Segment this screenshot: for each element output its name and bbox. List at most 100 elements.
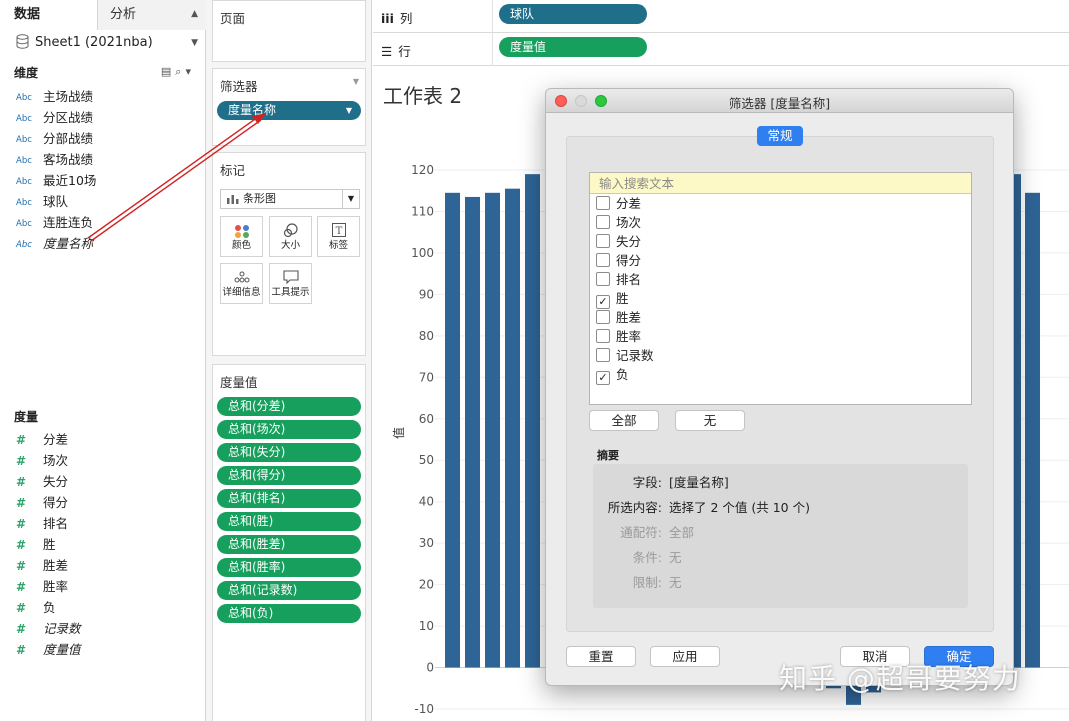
- columns-pill-team[interactable]: 球队: [499, 4, 647, 24]
- measure-item[interactable]: # 负: [16, 597, 56, 618]
- measure-item[interactable]: # 排名: [16, 513, 68, 534]
- number-type-icon: #: [16, 475, 27, 489]
- measure-item[interactable]: # 胜: [16, 534, 56, 555]
- measure-item[interactable]: # 胜差: [16, 555, 68, 576]
- mark-type-dropdown[interactable]: 条形图 ▼: [220, 189, 360, 209]
- measure-value-pill[interactable]: 总和(排名): [217, 489, 361, 508]
- tab-data[interactable]: 数据: [0, 0, 98, 30]
- measure-value-pill[interactable]: 总和(场次): [217, 420, 361, 439]
- size-button[interactable]: 大小: [269, 216, 312, 257]
- measure-item[interactable]: # 分差: [16, 429, 68, 450]
- measure-item[interactable]: # 失分: [16, 471, 68, 492]
- columns-shelf[interactable]: iii 列 球队: [373, 0, 1069, 33]
- summary-condition-key: 条件:: [632, 550, 662, 565]
- color-button[interactable]: 颜色: [220, 216, 263, 257]
- dialog-titlebar[interactable]: 筛选器 [度量名称]: [546, 89, 1013, 113]
- select-all-button[interactable]: 全部: [589, 410, 659, 431]
- measure-value-pill[interactable]: 总和(记录数): [217, 581, 361, 600]
- filter-option[interactable]: 记录数: [596, 346, 654, 365]
- measure-label: 胜率: [43, 579, 69, 594]
- measure-item[interactable]: # 场次: [16, 450, 68, 471]
- string-type-icon: Abc: [16, 114, 32, 124]
- search-icon[interactable]: ⌕: [175, 65, 185, 78]
- dimension-item[interactable]: Abc 最近10场: [16, 170, 96, 191]
- measure-value-pill[interactable]: 总和(负): [217, 604, 361, 623]
- checkbox[interactable]: [596, 329, 610, 343]
- measure-item[interactable]: # 度量值: [16, 639, 81, 660]
- measure-value-pill[interactable]: 总和(胜): [217, 512, 361, 531]
- dimension-item[interactable]: Abc 主场战绩: [16, 86, 93, 107]
- label-button[interactable]: T 标签: [317, 216, 360, 257]
- string-type-icon: Abc: [16, 156, 32, 166]
- bar[interactable]: [485, 192, 500, 668]
- dimension-item[interactable]: Abc 球队: [16, 191, 68, 212]
- bar[interactable]: [445, 192, 460, 668]
- checkbox[interactable]: ✓: [596, 371, 610, 385]
- database-icon: [16, 34, 29, 49]
- filter-option[interactable]: 场次: [596, 213, 641, 232]
- summary-selection-value: 选择了 2 个值 (共 10 个): [669, 500, 810, 515]
- filter-option[interactable]: ✓ 负: [596, 365, 629, 385]
- bar[interactable]: [525, 174, 540, 668]
- measure-value-pill[interactable]: 总和(胜率): [217, 558, 361, 577]
- bar[interactable]: [505, 188, 520, 668]
- measure-label: 分差: [43, 432, 69, 447]
- summary-wildcard-key: 通配符:: [620, 525, 662, 540]
- data-source[interactable]: Sheet1 (2021nba): [16, 33, 153, 53]
- bar[interactable]: [465, 196, 480, 668]
- reset-button[interactable]: 重置: [566, 646, 636, 667]
- data-pane: 数据 分析 ▲ ▼ Sheet1 (2021nba) 维度 ▤⌕▾ Abc 主场战绩 A…: [0, 0, 206, 721]
- filter-option[interactable]: 得分: [596, 251, 641, 270]
- dimension-item[interactable]: Abc 分区战绩: [16, 107, 93, 128]
- dimension-item[interactable]: Abc 分部战绩: [16, 128, 93, 149]
- columns-shelf-label: iii 列: [381, 8, 412, 27]
- bar[interactable]: [1025, 192, 1040, 668]
- tab-analysis[interactable]: 分析 ▲ ▼: [98, 0, 206, 48]
- number-type-icon: #: [16, 622, 25, 636]
- dimension-item[interactable]: Abc 度量名称: [16, 233, 93, 254]
- pages-card[interactable]: 页面: [212, 0, 366, 62]
- search-input[interactable]: [590, 173, 971, 194]
- measure-name-list: 分差场次失分得分排名✓胜胜差胜率记录数✓负: [589, 172, 972, 405]
- checkbox[interactable]: [596, 310, 610, 324]
- filters-card[interactable]: 筛选器 ▼ 度量名称 ▼: [212, 68, 366, 146]
- checkbox[interactable]: [596, 348, 610, 362]
- dimension-item[interactable]: Abc 连胜连负: [16, 212, 93, 233]
- measure-item[interactable]: # 胜率: [16, 576, 68, 597]
- measure-value-pill[interactable]: 总和(失分): [217, 443, 361, 462]
- list-view-icon[interactable]: ▤: [161, 65, 175, 78]
- checkbox[interactable]: ✓: [596, 295, 610, 309]
- string-type-icon: Abc: [16, 240, 32, 250]
- tooltip-button[interactable]: 工具提示: [269, 263, 312, 304]
- dimension-label: 度量名称: [43, 236, 94, 251]
- filter-option[interactable]: ✓ 胜: [596, 289, 629, 309]
- rows-pill-measure-values[interactable]: 度量值: [499, 37, 647, 57]
- checkbox[interactable]: [596, 272, 610, 286]
- measure-item[interactable]: # 得分: [16, 492, 68, 513]
- tab-general[interactable]: 常规: [757, 126, 803, 146]
- dimension-item[interactable]: Abc 客场战绩: [16, 149, 93, 170]
- apply-button[interactable]: 应用: [650, 646, 720, 667]
- measure-value-pill[interactable]: 总和(得分): [217, 466, 361, 485]
- measure-item[interactable]: # 记录数: [16, 618, 81, 639]
- filter-pill-measure-names[interactable]: 度量名称 ▼: [217, 101, 361, 120]
- detail-button[interactable]: 详细信息: [220, 263, 263, 304]
- filter-option[interactable]: 分差: [596, 194, 641, 213]
- rows-shelf[interactable]: ☰ 行 度量值: [373, 33, 1069, 66]
- summary-limit-key: 限制:: [632, 575, 662, 590]
- filter-option[interactable]: 胜差: [596, 308, 641, 327]
- chevron-down-icon[interactable]: ▼: [353, 77, 359, 86]
- checkbox[interactable]: [596, 253, 610, 267]
- chevron-down-icon[interactable]: ▾: [185, 65, 195, 78]
- measure-value-pill[interactable]: 总和(胜差): [217, 535, 361, 554]
- checkbox[interactable]: [596, 215, 610, 229]
- measure-value-pill[interactable]: 总和(分差): [217, 397, 361, 416]
- filter-option[interactable]: 排名: [596, 270, 641, 289]
- checkbox[interactable]: [596, 196, 610, 210]
- select-none-button[interactable]: 无: [675, 410, 745, 431]
- filter-option[interactable]: 失分: [596, 232, 641, 251]
- checkbox[interactable]: [596, 234, 610, 248]
- filter-option[interactable]: 胜率: [596, 327, 641, 346]
- measure-label: 胜差: [43, 558, 69, 573]
- number-type-icon: #: [16, 601, 27, 615]
